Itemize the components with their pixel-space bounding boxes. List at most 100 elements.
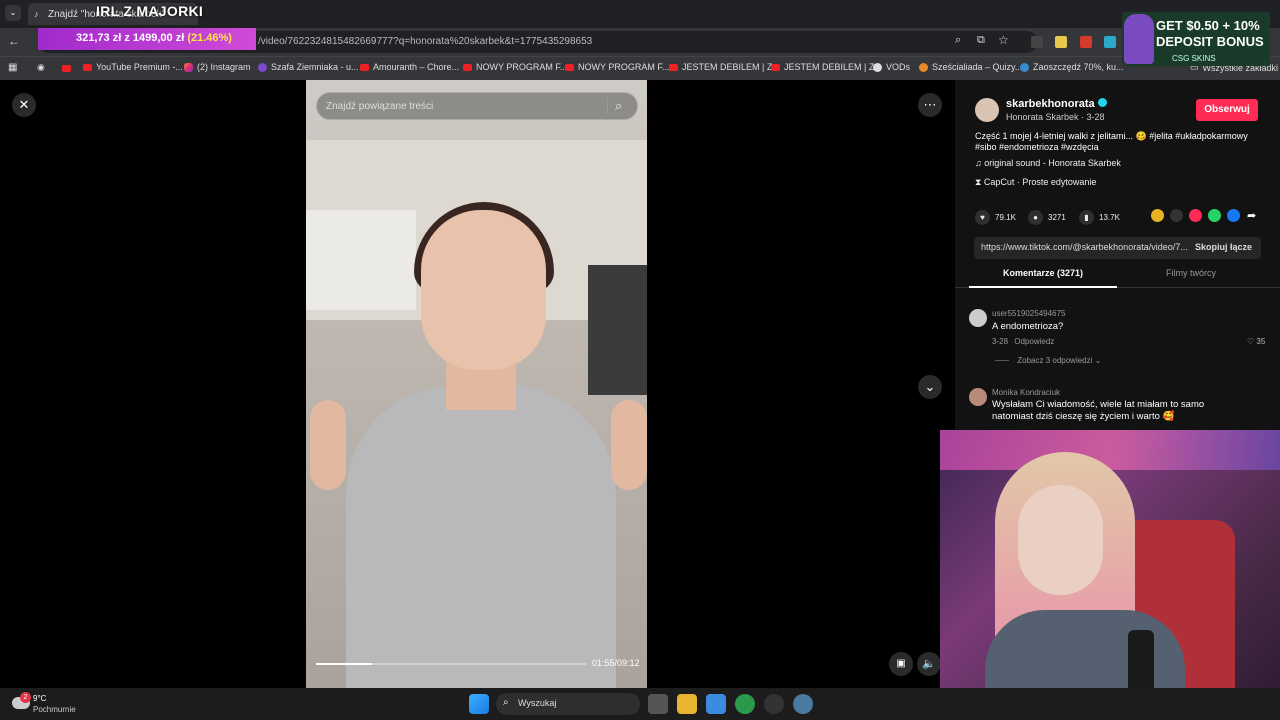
bookmark-label: JESTEM DEBILEM | Z... bbox=[682, 62, 780, 72]
search-label: Wyszukaj bbox=[518, 698, 557, 708]
creator-username[interactable]: skarbekhonorata bbox=[1006, 98, 1107, 110]
tab-creator-videos[interactable]: Filmy twórcy bbox=[1117, 262, 1265, 288]
embed-icon[interactable] bbox=[1170, 209, 1183, 222]
youtube-icon bbox=[771, 63, 780, 71]
pip-icon[interactable]: ▣ bbox=[889, 652, 913, 676]
chevron-down-icon: ⌄ bbox=[1094, 356, 1102, 365]
coin-icon[interactable] bbox=[1151, 209, 1164, 222]
bookmark-label: (2) Instagram bbox=[197, 62, 251, 72]
task-view-icon[interactable] bbox=[648, 694, 668, 714]
ad-brand: CSG SKINS bbox=[1172, 54, 1216, 63]
video-details-panel: skarbekhonorata Honorata Skarbek · 3-28 … bbox=[955, 80, 1280, 430]
send-icon[interactable] bbox=[1189, 209, 1202, 222]
chrome-icon[interactable] bbox=[735, 694, 755, 714]
tab-list-button[interactable]: ⌄ bbox=[5, 5, 21, 21]
bookmark-item[interactable]: JESTEM DEBILEM | Z... bbox=[669, 62, 780, 72]
apps-icon[interactable]: ▦ bbox=[8, 62, 17, 73]
comment-item: Monika Kondraciuk Wysłałam Ci wiadomość,… bbox=[967, 387, 1272, 432]
goal-current: 321,73 zł bbox=[76, 32, 122, 44]
divider-line bbox=[995, 360, 1009, 362]
more-options-icon[interactable]: ⋯ bbox=[918, 93, 942, 117]
save-button[interactable]: ▮ 13.7K bbox=[1079, 210, 1120, 225]
bookmark-item[interactable]: Amouranth – Chore... bbox=[360, 62, 459, 72]
led-light bbox=[940, 430, 1280, 470]
comments-count: 3271 bbox=[1048, 213, 1066, 222]
related-search-input[interactable]: Znajdź powiązane treści ⌕ bbox=[316, 92, 638, 120]
bookmark-label: YouTube Premium -... bbox=[96, 62, 183, 72]
bookmark-item[interactable]: VODs bbox=[873, 62, 910, 72]
comment-user[interactable]: Monika Kondraciuk bbox=[992, 388, 1060, 397]
weather-widget[interactable]: 2 9°C Pochmurnie bbox=[12, 692, 102, 718]
commenter-avatar[interactable] bbox=[969, 309, 987, 327]
site-icon bbox=[258, 62, 267, 72]
youtube-icon bbox=[360, 63, 369, 71]
globe-icon[interactable]: ◉ bbox=[37, 62, 45, 73]
comment-user[interactable]: user5519025494675 bbox=[992, 309, 1065, 318]
view-replies-button[interactable]: Zobacz 3 odpowiedzi ⌄ bbox=[995, 356, 1101, 365]
bookmarks-bar: ▦ ◉ YouTube Premium -... (2) Instagram S… bbox=[0, 56, 1280, 80]
bookmark-item[interactable]: (2) Instagram bbox=[184, 62, 251, 72]
creator-avatar[interactable] bbox=[975, 98, 999, 122]
person-hand bbox=[611, 400, 647, 490]
reply-button[interactable]: Odpowiedz bbox=[1014, 337, 1054, 346]
video-player[interactable] bbox=[306, 80, 647, 688]
instagram-icon bbox=[184, 62, 193, 72]
extension-icon[interactable] bbox=[1104, 36, 1116, 48]
cast-icon[interactable]: ⧉ bbox=[977, 34, 985, 47]
youtube-icon bbox=[62, 65, 71, 72]
verified-icon bbox=[1097, 98, 1107, 107]
video-progress-bar[interactable] bbox=[316, 663, 586, 665]
saves-count: 13.7K bbox=[1099, 213, 1120, 222]
volume-icon[interactable]: 🔈 bbox=[917, 652, 941, 676]
goal-target: 1499,00 zł bbox=[132, 32, 185, 44]
windows-start-icon[interactable] bbox=[469, 694, 489, 714]
stream-title: IRL Z MAJORKI bbox=[96, 3, 204, 19]
heart-icon: ♥ bbox=[975, 210, 990, 225]
tab-comments[interactable]: Komentarze (3271) bbox=[969, 262, 1117, 288]
file-explorer-icon[interactable] bbox=[677, 694, 697, 714]
bookmark-label: JESTEM DEBILEM | Z... bbox=[784, 62, 882, 72]
donation-goal-bar: 321,73 zł z 1499,00 zł (21.46%) bbox=[38, 28, 256, 50]
copy-link-button[interactable]: Skopiuj łącze bbox=[1195, 242, 1252, 252]
bookmark-item[interactable]: NOWY PROGRAM F... bbox=[565, 62, 669, 72]
comment-button[interactable]: ● 3271 bbox=[1028, 210, 1066, 225]
bookmark-star-icon[interactable]: ☆ bbox=[998, 33, 1009, 47]
chevron-down-icon[interactable]: ⌄ bbox=[918, 375, 942, 399]
bookmark-item[interactable]: JESTEM DEBILEM | Z... bbox=[771, 62, 882, 72]
bookmark-item[interactable]: Zaoszczędź 70%, ku... bbox=[1020, 62, 1124, 72]
bookmark-label: VODs bbox=[886, 62, 911, 72]
comment-like-button[interactable]: ♡ 35 bbox=[1247, 337, 1265, 346]
close-icon[interactable]: ✕ bbox=[12, 93, 36, 117]
share-arrow-icon[interactable]: ➦ bbox=[1247, 209, 1256, 222]
zoom-icon[interactable]: ⌕ bbox=[955, 34, 961, 47]
back-icon[interactable]: ← bbox=[8, 34, 20, 48]
comment-text: Wysłałam Ci wiadomość, wiele lat miałam … bbox=[992, 399, 1205, 422]
person-hand bbox=[310, 400, 346, 490]
extension-icon[interactable] bbox=[1055, 36, 1067, 48]
bookmark-item[interactable]: NOWY PROGRAM F... bbox=[463, 62, 567, 72]
door bbox=[588, 265, 647, 395]
capcut-row[interactable]: ⧗ CapCut · Proste edytowanie bbox=[975, 177, 1096, 188]
follow-button[interactable]: Obserwuj bbox=[1196, 99, 1258, 121]
facebook-icon[interactable] bbox=[1227, 209, 1240, 222]
bookmark-item[interactable]: Sześcialiada – Quizy... bbox=[919, 62, 1022, 72]
site-icon bbox=[1020, 62, 1029, 72]
extension-icon[interactable] bbox=[1080, 36, 1092, 48]
whatsapp-icon[interactable] bbox=[1208, 209, 1221, 222]
like-button[interactable]: ♥ 79.1K bbox=[975, 210, 1016, 225]
store-icon[interactable] bbox=[706, 694, 726, 714]
youtube-icon bbox=[669, 63, 678, 71]
bookmark-item[interactable]: Szafa Ziemniaka - u... bbox=[258, 62, 359, 72]
search-icon[interactable]: ⌕ bbox=[615, 98, 631, 114]
extension-icon[interactable] bbox=[1031, 36, 1043, 48]
share-url[interactable]: https://www.tiktok.com/@skarbekhonorata/… bbox=[981, 242, 1188, 252]
streamer-webcam bbox=[940, 430, 1280, 720]
taskbar-search[interactable]: ⌕ Wyszukaj bbox=[496, 693, 640, 715]
bookmark-item[interactable]: YouTube Premium -... bbox=[83, 62, 183, 72]
goal-text: 321,73 zł z 1499,00 zł (21.46%) bbox=[76, 32, 232, 44]
sound-row[interactable]: ♫ original sound - Honorata Skarbek bbox=[975, 158, 1121, 168]
taskbar: 2 9°C Pochmurnie ⌕ Wyszukaj bbox=[0, 688, 1280, 720]
settings-icon[interactable] bbox=[793, 694, 813, 714]
commenter-avatar[interactable] bbox=[969, 388, 987, 406]
obs-icon[interactable] bbox=[764, 694, 784, 714]
